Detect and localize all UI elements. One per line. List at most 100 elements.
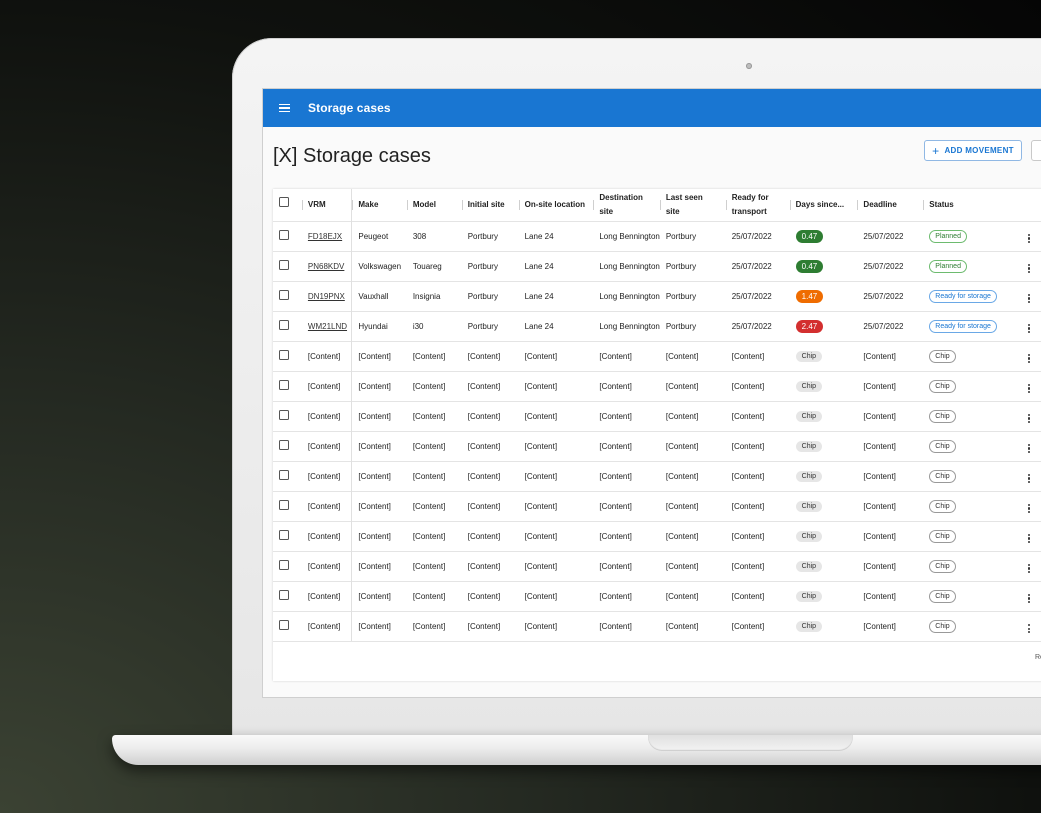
row-checkbox[interactable] [279,590,289,600]
lastseen-cell: [Content] [659,610,726,641]
vrm-cell[interactable]: FD18EJX [301,220,353,251]
table-row[interactable]: [Content] [Content] [Content] [Content] [Con… [273,400,1041,431]
status-cell: Chip [923,610,1014,641]
app-bar: Storage cases [263,89,1041,127]
days-since-cell: 2.47 [789,310,858,341]
more-vert-icon[interactable] [1025,293,1033,304]
column-header[interactable]: Days since... [789,189,858,221]
deadline-cell: [Content] [857,490,924,521]
row-checkbox[interactable] [279,260,289,270]
column-header[interactable]: VRM [301,189,353,221]
table-row[interactable]: [Content] [Content] [Content] [Content] [Con… [273,340,1041,371]
secondary-button[interactable] [1031,140,1041,161]
vrm-cell: [Content] [301,520,353,551]
vrm-cell[interactable]: WM21LND [301,310,353,341]
days-since-cell: Chip [789,370,858,401]
column-header[interactable]: Model [406,189,462,221]
table-row[interactable]: [Content] [Content] [Content] [Content] [Con… [273,430,1041,461]
menu-icon[interactable] [279,103,290,113]
row-checkbox[interactable] [279,320,289,330]
vrm-cell[interactable]: DN19PNX [301,280,353,311]
plus-icon: + [932,143,940,158]
column-header[interactable]: Ready for transport [725,189,790,221]
column-header[interactable]: Destination site [593,189,660,221]
table-row[interactable]: [Content] [Content] [Content] [Content] [Con… [273,490,1041,521]
table-row[interactable]: [Content] [Content] [Content] [Content] [Con… [273,520,1041,551]
more-vert-icon[interactable] [1025,623,1033,634]
table-row[interactable]: DN19PNX Vauxhall Insignia Portbury Lane 24 Lo… [273,280,1041,311]
onsite-cell: [Content] [518,430,594,461]
more-vert-icon[interactable] [1025,413,1033,424]
ready-cell: 25/07/2022 [725,310,790,341]
dest-cell: [Content] [593,490,660,521]
model-cell: [Content] [406,490,462,521]
days-since-cell: Chip [789,340,858,371]
row-checkbox[interactable] [279,350,289,360]
model-cell: [Content] [406,400,462,431]
row-checkbox[interactable] [279,380,289,390]
more-vert-icon[interactable] [1025,533,1033,544]
vrm-link: [Content] [307,501,341,511]
pagination-rows-label: Ro [1035,654,1041,661]
row-checkbox[interactable] [279,290,289,300]
column-header-label: Destination site [599,192,643,216]
more-vert-icon[interactable] [1025,443,1033,454]
vrm-cell[interactable]: PN68KDV [301,250,353,281]
more-vert-icon[interactable] [1025,233,1033,244]
initial-cell: [Content] [461,520,519,551]
vrm-link[interactable]: FD18EJX [308,232,342,241]
more-vert-icon[interactable] [1025,353,1033,364]
row-actions-cell [1013,220,1041,251]
status-cell: Chip [923,430,1014,461]
page-header: [X] Storage cases + ADD MOVEMENT [263,127,1041,177]
table-row[interactable]: [Content] [Content] [Content] [Content] [Con… [273,370,1041,401]
column-header[interactable]: Last seen site [659,189,726,221]
vrm-link[interactable]: WM21LND [308,322,347,331]
make-cell: [Content] [351,490,407,521]
column-header[interactable]: Status [923,189,1013,221]
deadline-cell: 25/07/2022 [857,220,924,251]
select-all-checkbox[interactable] [279,197,289,208]
row-checkbox[interactable] [279,620,289,631]
more-vert-icon[interactable] [1025,263,1033,274]
vrm-link[interactable]: PN68KDV [308,262,344,271]
row-checkbox[interactable] [279,500,289,510]
vrm-link[interactable]: DN19PNX [308,292,345,301]
lastseen-cell: [Content] [659,520,726,551]
column-header[interactable]: Deadline [857,189,923,221]
row-select-cell [273,490,302,521]
table-row[interactable]: [Content] [Content] [Content] [Content] [Con… [273,580,1041,611]
table-row[interactable]: PN68KDV Volkswagen Touareg Portbury Lane 24 L… [273,250,1041,281]
more-vert-icon[interactable] [1025,593,1033,604]
row-checkbox[interactable] [279,470,289,480]
add-movement-button[interactable]: + ADD MOVEMENT [924,140,1022,161]
initial-cell: [Content] [461,400,519,431]
column-header[interactable]: Make [352,189,407,221]
row-checkbox[interactable] [279,230,289,240]
more-vert-icon[interactable] [1025,473,1033,484]
row-checkbox[interactable] [279,410,289,420]
row-checkbox[interactable] [279,530,289,540]
table-row[interactable]: WM21LND Hyundai i30 Portbury Lane 24 Long Ben… [273,310,1041,341]
column-header-label: Initial site [467,199,505,209]
column-header-label: Days since... [795,199,845,209]
column-header[interactable]: Initial site [461,189,519,221]
lastseen-cell: [Content] [659,580,726,611]
more-vert-icon[interactable] [1025,563,1033,574]
ready-cell: [Content] [725,460,790,491]
days-since-cell: Chip [789,520,858,551]
column-header[interactable]: On-site location [518,189,594,221]
table-row[interactable]: [Content] [Content] [Content] [Content] [Con… [273,460,1041,491]
more-vert-icon[interactable] [1025,323,1033,334]
status-cell: Ready for storage [923,310,1014,341]
table-row[interactable]: [Content] [Content] [Content] [Content] [Con… [273,550,1041,581]
more-vert-icon[interactable] [1025,383,1033,394]
row-checkbox[interactable] [279,440,289,450]
days-since-chip: Chip [795,470,823,482]
status-cell: Ready for storage [923,280,1014,311]
row-actions-cell [1013,460,1041,491]
row-checkbox[interactable] [279,560,289,570]
table-row[interactable]: FD18EJX Peugeot 308 Portbury Lane 24 Long Ben… [273,220,1041,251]
table-row[interactable]: [Content] [Content] [Content] [Content] [Con… [273,610,1041,641]
more-vert-icon[interactable] [1025,503,1033,514]
